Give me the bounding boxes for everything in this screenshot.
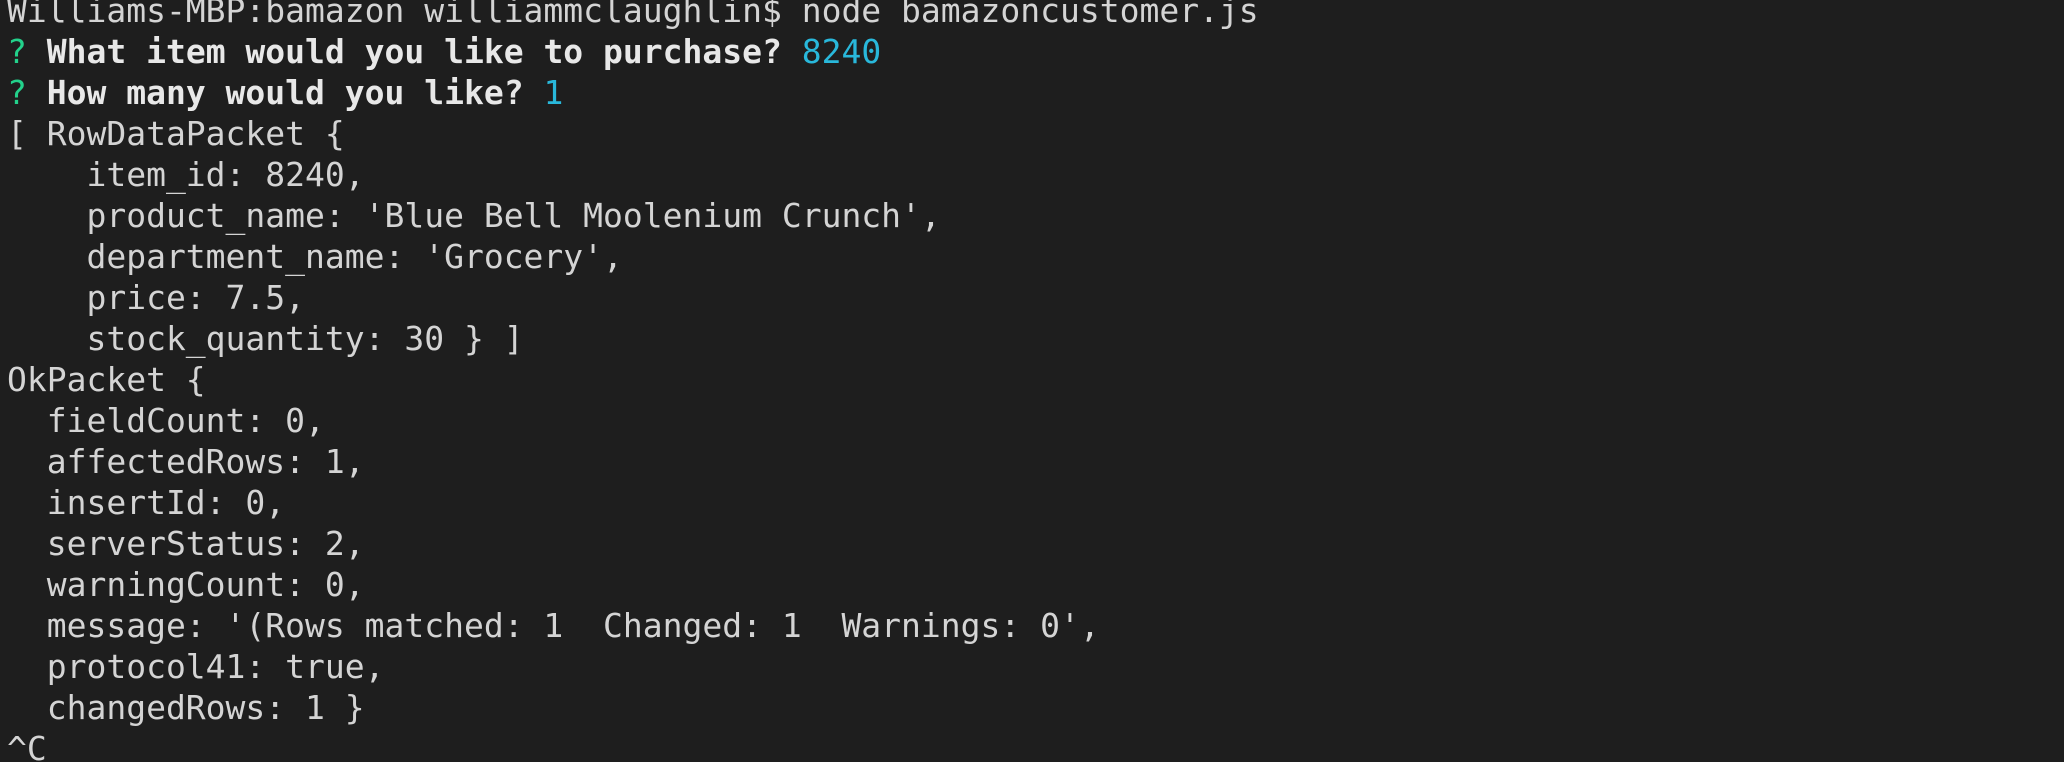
output-line: affectedRows: 1, <box>7 442 365 481</box>
output-line: warningCount: 0, <box>7 565 365 604</box>
answer-text: 8240 <box>801 32 882 71</box>
question-mark-icon: ? <box>7 32 27 71</box>
terminal-window[interactable]: Williams-MBP:bamazon williammclaughlin$ … <box>0 0 2064 762</box>
question-mark-icon: ? <box>7 73 27 112</box>
output-line: department_name: 'Grocery', <box>7 237 623 276</box>
question-text: How many would you like? <box>46 73 524 112</box>
interrupt-line: ^C <box>7 729 47 762</box>
output-line: serverStatus: 2, <box>7 524 365 563</box>
output-line: [ RowDataPacket { <box>7 114 345 153</box>
output-line: fieldCount: 0, <box>7 401 325 440</box>
answer-text: 1 <box>543 73 564 112</box>
output-line: price: 7.5, <box>7 278 306 317</box>
output-line: changedRows: 1 } <box>7 688 365 727</box>
output-line: insertId: 0, <box>7 483 286 522</box>
output-line: OkPacket { <box>7 360 206 399</box>
question-text: What item would you like to purchase? <box>46 32 782 71</box>
prompt-question-quantity: ? How many would you like? 1 <box>7 72 563 113</box>
shell-command-line: Williams-MBP:bamazon williammclaughlin$ … <box>7 0 1259 30</box>
prompt-question-item: ? What item would you like to purchase? … <box>7 31 881 72</box>
output-line: stock_quantity: 30 } ] <box>7 319 524 358</box>
output-line: protocol41: true, <box>7 647 385 686</box>
output-line: item_id: 8240, <box>7 155 365 194</box>
output-line: product_name: 'Blue Bell Moolenium Crunc… <box>7 196 941 235</box>
output-line: message: '(Rows matched: 1 Changed: 1 Wa… <box>7 606 1100 645</box>
